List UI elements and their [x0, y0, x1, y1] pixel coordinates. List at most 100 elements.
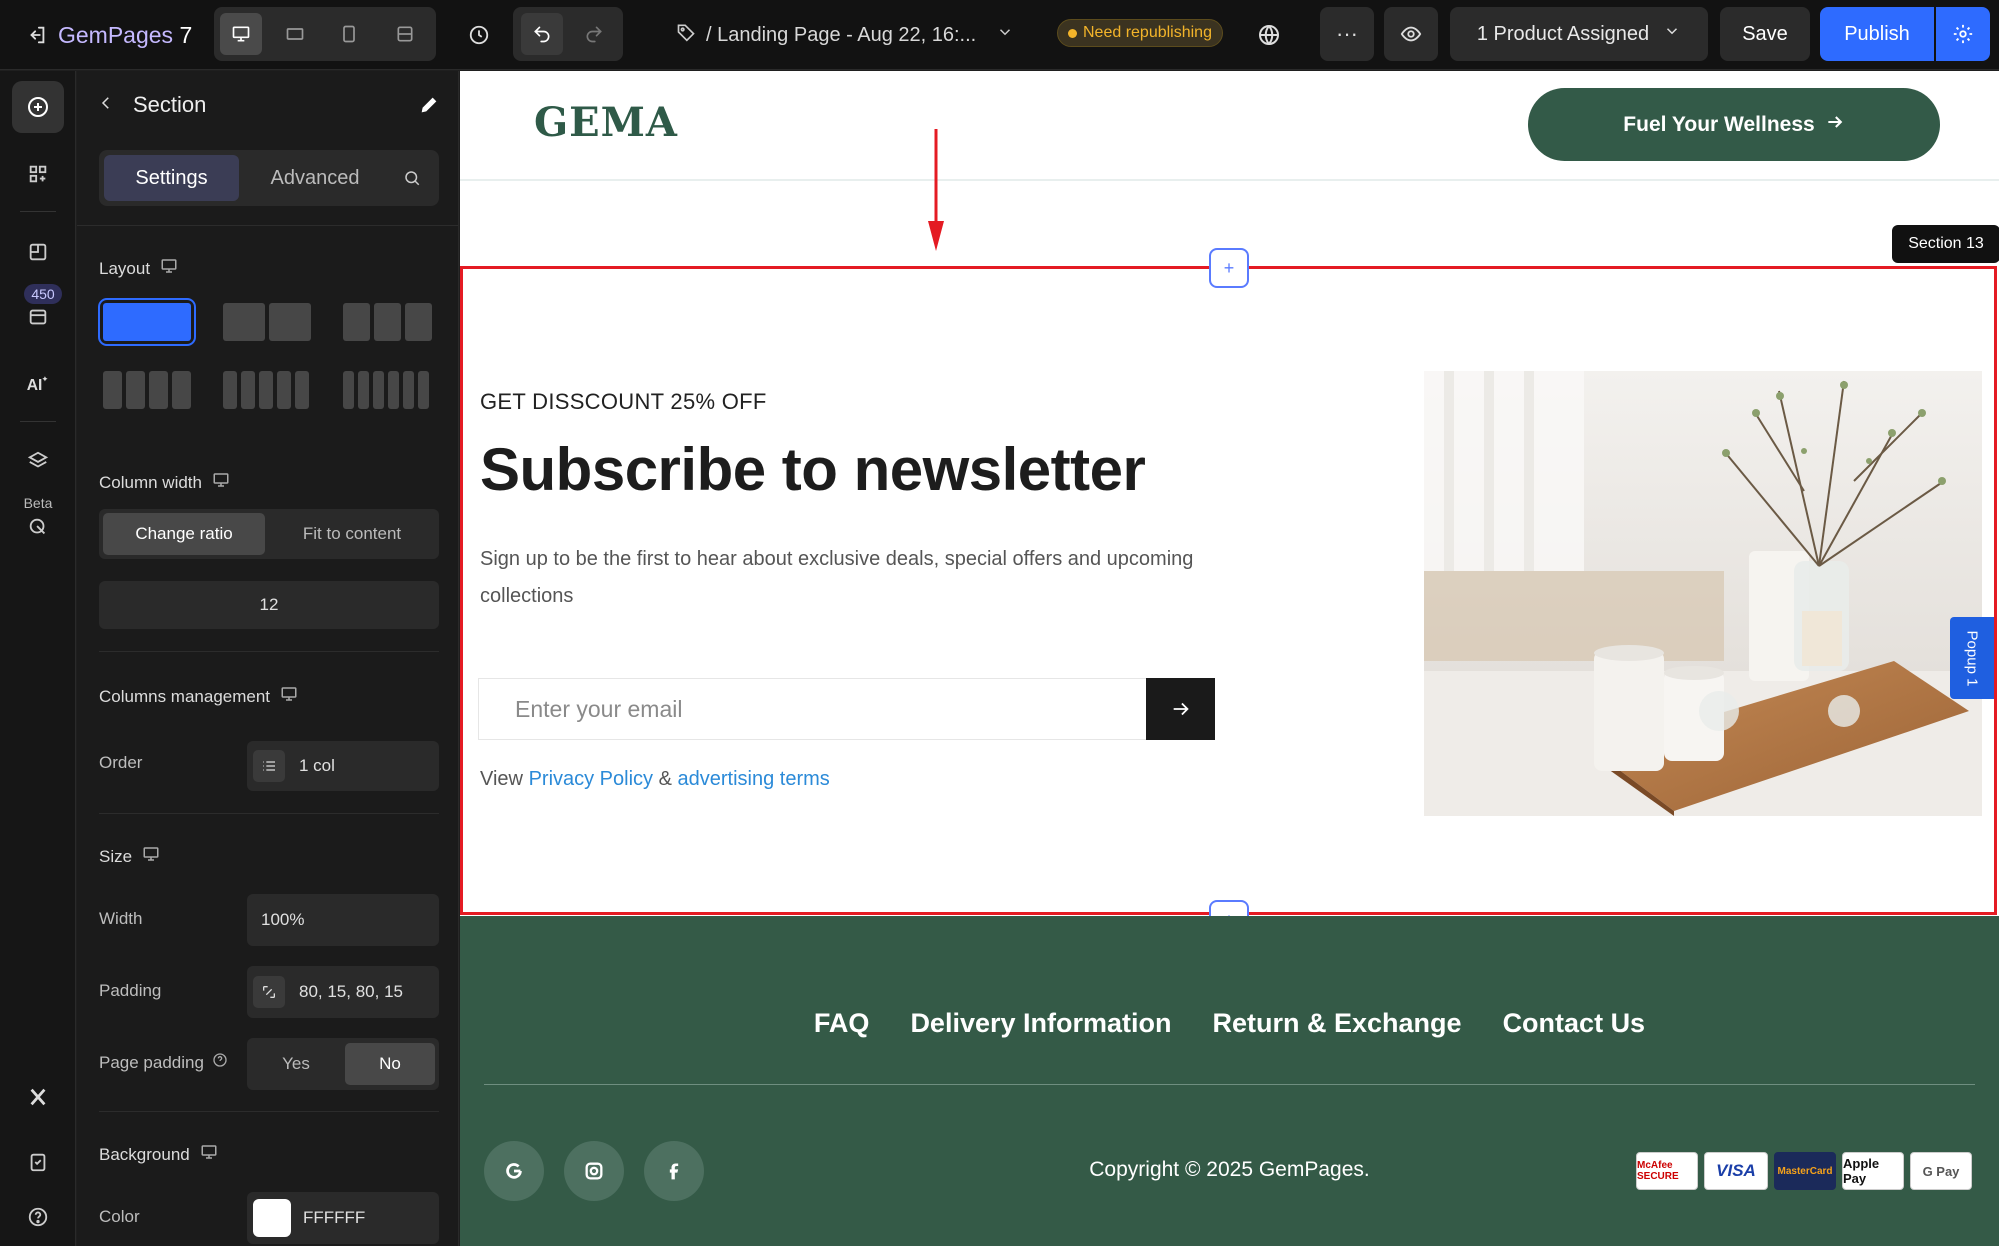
legal-text: View Privacy Policy & advertising terms	[480, 768, 830, 791]
layout-1-col[interactable]	[98, 298, 196, 346]
brand-version: 7	[179, 21, 193, 48]
publish-settings-icon[interactable]	[1936, 7, 1990, 61]
columns-management-label-text: Columns management	[99, 686, 271, 706]
tab-settings[interactable]: Settings	[104, 155, 239, 201]
responsive-icon[interactable]	[384, 13, 426, 55]
publish-button[interactable]: Publish	[1820, 7, 1934, 61]
rail-divider	[20, 211, 56, 212]
page-padding-no[interactable]: No	[345, 1043, 435, 1085]
redo-icon[interactable]	[573, 13, 615, 55]
padding-input[interactable]: 80, 15, 80, 15	[247, 966, 439, 1018]
editor-canvas: GEMA Fuel Your Wellness Section 13 + GET…	[460, 71, 1999, 1246]
svg-text:AI: AI	[27, 377, 43, 394]
footer-link-delivery[interactable]: Delivery Information	[910, 1008, 1171, 1039]
language-icon[interactable]	[1248, 14, 1290, 56]
more-options-button[interactable]: ···	[1320, 7, 1374, 61]
popup-tab[interactable]: Popup 1	[1950, 617, 1994, 699]
mobile-icon[interactable]	[328, 13, 370, 55]
copyright-text: Copyright © 2025 GemPages.	[1089, 1158, 1370, 1181]
left-icon-rail: 450 AI Beta	[0, 71, 76, 1246]
tablet-landscape-icon[interactable]	[274, 13, 316, 55]
discount-kicker[interactable]: GET DISSCOUNT 25% OFF	[480, 389, 767, 415]
email-field[interactable]	[515, 679, 1115, 739]
subscribe-button[interactable]	[1146, 678, 1215, 740]
panel-divider	[77, 225, 458, 226]
templates-icon[interactable]	[12, 291, 64, 343]
exit-icon[interactable]	[20, 18, 54, 52]
status-badge-label: Need republishing	[1083, 24, 1212, 41]
save-button[interactable]: Save	[1720, 7, 1810, 61]
desktop-icon	[212, 471, 230, 494]
background-label: Background	[99, 1143, 218, 1166]
fuel-wellness-button[interactable]: Fuel Your Wellness	[1528, 88, 1940, 161]
column-width-toggle: Change ratio Fit to content	[99, 509, 439, 559]
change-ratio-option[interactable]: Change ratio	[103, 513, 265, 555]
help-icon[interactable]	[212, 1052, 228, 1073]
tab-advanced[interactable]: Advanced	[245, 155, 385, 201]
layout-2-col[interactable]	[223, 303, 311, 341]
page-padding-yes[interactable]: Yes	[251, 1043, 341, 1085]
edit-pencil-icon[interactable]	[415, 91, 443, 119]
panel-divider	[99, 1111, 439, 1112]
product-assigned-dropdown[interactable]: 1 Product Assigned	[1450, 7, 1708, 61]
column-width-input[interactable]: 12	[99, 581, 439, 629]
page-title-dropdown[interactable]: / Landing Page - Aug 22, 16:...	[676, 14, 1014, 56]
layout-5-col[interactable]	[223, 371, 309, 409]
site-logo[interactable]: GEMA	[534, 99, 678, 146]
footer-link-contact[interactable]: Contact Us	[1503, 1008, 1646, 1039]
help-icon[interactable]	[12, 1191, 64, 1243]
back-icon[interactable]	[97, 94, 115, 117]
layout-4-col[interactable]	[103, 371, 191, 409]
page-padding-label: Page padding	[99, 1052, 228, 1073]
privacy-policy-link[interactable]: Privacy Policy	[529, 768, 653, 790]
color-label: Color	[99, 1207, 140, 1226]
panel-title: Section	[133, 92, 207, 117]
apps-icon[interactable]	[12, 148, 64, 200]
checklist-icon[interactable]	[12, 1136, 64, 1188]
layout-3-col[interactable]	[343, 303, 432, 341]
desktop-icon[interactable]	[220, 13, 262, 55]
add-element-icon[interactable]	[12, 81, 64, 133]
panel-divider	[99, 813, 439, 814]
panel-divider	[99, 651, 439, 652]
background-color-picker[interactable]: FFFFFF	[247, 1192, 439, 1244]
list-icon	[253, 750, 285, 782]
arrow-right-icon	[1173, 702, 1189, 716]
tag-icon	[676, 22, 696, 48]
preview-icon[interactable]	[1384, 7, 1438, 61]
size-label-text: Size	[99, 846, 133, 866]
size-label: Size	[99, 845, 160, 868]
layout-6-col[interactable]	[343, 371, 429, 409]
undo-icon[interactable]	[521, 13, 563, 55]
footer-link-returns[interactable]: Return & Exchange	[1213, 1008, 1462, 1039]
add-section-above-icon[interactable]: +	[1209, 248, 1249, 288]
cta-label: Fuel Your Wellness	[1623, 112, 1815, 136]
order-value: 1 col	[299, 756, 335, 775]
layers-icon[interactable]	[12, 435, 64, 487]
column-width-label-text: Column width	[99, 472, 202, 492]
x-logo-icon[interactable]	[12, 1071, 64, 1123]
width-input[interactable]: 100%	[247, 894, 439, 946]
newsletter-description[interactable]: Sign up to be the first to hear about ex…	[480, 541, 1200, 615]
padding-icon	[253, 976, 285, 1008]
order-label: Order	[99, 753, 143, 772]
site-footer: FAQ Delivery Information Return & Exchan…	[460, 916, 1999, 1246]
fit-to-content-option[interactable]: Fit to content	[269, 513, 435, 555]
footer-link-faq[interactable]: FAQ	[814, 1008, 870, 1039]
page-title: / Landing Page - Aug 22, 16:...	[706, 23, 977, 46]
theme-icon[interactable]	[12, 226, 64, 278]
section-tag[interactable]: Section 13	[1892, 225, 1999, 263]
advertising-terms-link[interactable]: advertising terms	[678, 768, 830, 790]
product-assigned-label: 1 Product Assigned	[1476, 22, 1650, 45]
history-icon[interactable]	[458, 14, 500, 56]
color-swatch	[253, 1199, 291, 1237]
ai-icon[interactable]: AI	[12, 358, 64, 410]
order-field[interactable]: 1 col	[247, 741, 439, 791]
search-icon[interactable]	[389, 155, 435, 201]
legal-prefix: View	[480, 768, 523, 790]
column-width-label: Column width	[99, 471, 230, 494]
newsletter-heading[interactable]: Subscribe to newsletter	[480, 435, 1146, 504]
arrow-right-icon	[1825, 112, 1845, 138]
newsletter-image[interactable]	[1424, 371, 1982, 816]
cursor-target-icon[interactable]	[12, 501, 64, 553]
